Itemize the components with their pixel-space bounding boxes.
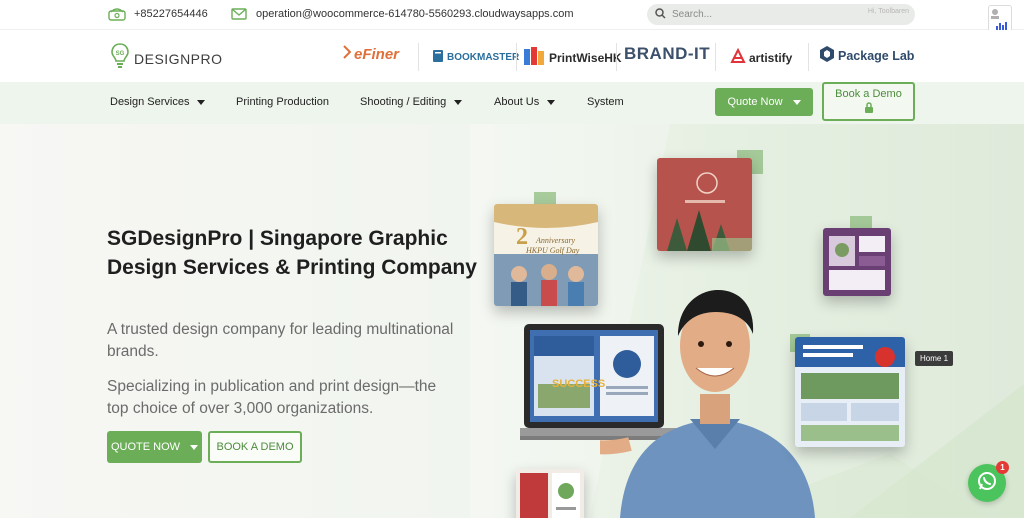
phone-contact[interactable]: +85227654446 [108,7,208,21]
site-logo[interactable]: SG DESIGNPRO [110,42,223,75]
chevron-down-icon [792,99,801,105]
partner-packagelab-label: Package Lab [838,48,915,63]
nav-label: Design Services [110,96,190,108]
partner-divider [418,43,419,71]
efiner-logo-icon [343,45,352,63]
printwise-logo-icon [524,47,546,68]
search-user-text: Hi, Toolbaren [867,8,909,15]
whatsapp-icon [976,470,998,497]
partner-divider [715,43,716,71]
search-input[interactable] [672,9,842,20]
partner-artistify[interactable]: artistify [730,47,793,67]
golf-card-subtitle: HKPU Golf Day [526,246,580,255]
nav-design-services[interactable]: Design Services [110,96,206,108]
golf-card-title: Anniversary [536,236,576,245]
email-icon [230,7,248,21]
brand-row: SG DESIGNPRO eFiner BOOKMASTER PrintWise… [0,30,1024,82]
phone-number: +85227654446 [134,8,208,20]
hero-quote-label: QUOTE NOW [110,441,181,453]
lock-icon [864,101,874,116]
partner-brandit[interactable]: BRAND-IT [624,44,710,64]
book-stack-image [516,469,584,518]
laptop-screen-text: SUCCESS [552,378,606,390]
nav-shooting-editing[interactable]: Shooting / Editing [360,96,463,108]
package-logo-icon [819,45,835,66]
search-bar[interactable]: Hi, Toolbaren [647,4,915,25]
chevron-down-icon [190,444,199,450]
school-poster-image [795,337,905,447]
wellness-brochure-image [657,158,752,251]
nav-label: Printing Production [236,96,329,108]
hero-subtitle-1: A trusted design company for leading mul… [107,321,454,360]
magazine-spread-image [823,228,891,296]
nav-label: System [587,96,624,108]
hero-quote-now-button[interactable]: QUOTE NOW [107,431,202,463]
hero-subtitle-2: Specializing in publication and print de… [107,378,437,417]
hero-section: SGDesignPro | Singapore Graphic Design S… [0,124,1024,518]
chevron-down-icon [197,99,206,105]
search-icon [655,6,666,24]
golf-day-brochure-image: 2 Anniversary HKPU Golf Day [494,204,598,306]
artistify-logo-icon [730,47,746,67]
whatsapp-badge: 1 [996,461,1009,474]
partner-divider [808,43,809,71]
svg-text:SG: SG [116,51,125,57]
partner-brandit-label: BRAND-IT [624,44,711,63]
nav-label: Shooting / Editing [360,96,447,108]
partner-bookmaster[interactable]: BOOKMASTER [432,49,519,66]
hero-title: SGDesignPro | Singapore Graphic Design S… [107,227,477,279]
lightbulb-logo-icon: SG [110,42,130,75]
hero-demo-label: BOOK A DEMO [216,441,294,453]
nav-printing-production[interactable]: Printing Production [236,96,329,108]
partner-artistify-label: artistify [749,50,793,65]
chevron-down-icon [454,99,463,105]
email-contact[interactable]: operation@woocommerce-614780-5560293.clo… [230,7,574,21]
phone-icon [108,7,126,21]
main-nav: Design Services Printing Production Shoo… [0,82,1024,124]
partner-printwise[interactable]: PrintWiseHK [524,47,622,68]
partner-divider [516,43,517,71]
partner-efiner-label: eFiner [354,45,400,63]
hero-book-demo-button[interactable]: BOOK A DEMO [208,431,302,463]
partner-bookmaster-label: BOOKMASTER [447,52,520,63]
logo-text: DESIGNPRO [134,50,223,67]
partner-efiner[interactable]: eFiner [343,45,399,63]
nav-system[interactable]: System [587,96,624,108]
quote-now-button[interactable]: Quote Now [715,88,813,116]
book-demo-label: Book a Demo [835,87,902,100]
partner-packagelab[interactable]: Package Lab [819,45,914,66]
home-tooltip-tag: Home 1 [915,351,954,366]
email-address: operation@woocommerce-614780-5560293.clo… [256,8,574,20]
book-logo-icon [432,49,444,66]
quote-now-label: Quote Now [727,96,783,108]
chevron-down-icon [547,99,556,105]
partner-divider [616,43,617,71]
top-bar: +85227654446 operation@woocommerce-61478… [0,0,1024,35]
nav-label: About Us [494,96,540,108]
book-demo-button[interactable]: Book a Demo [822,82,915,121]
nav-about-us[interactable]: About Us [494,96,556,108]
partner-printwise-label: PrintWiseHK [549,50,622,65]
